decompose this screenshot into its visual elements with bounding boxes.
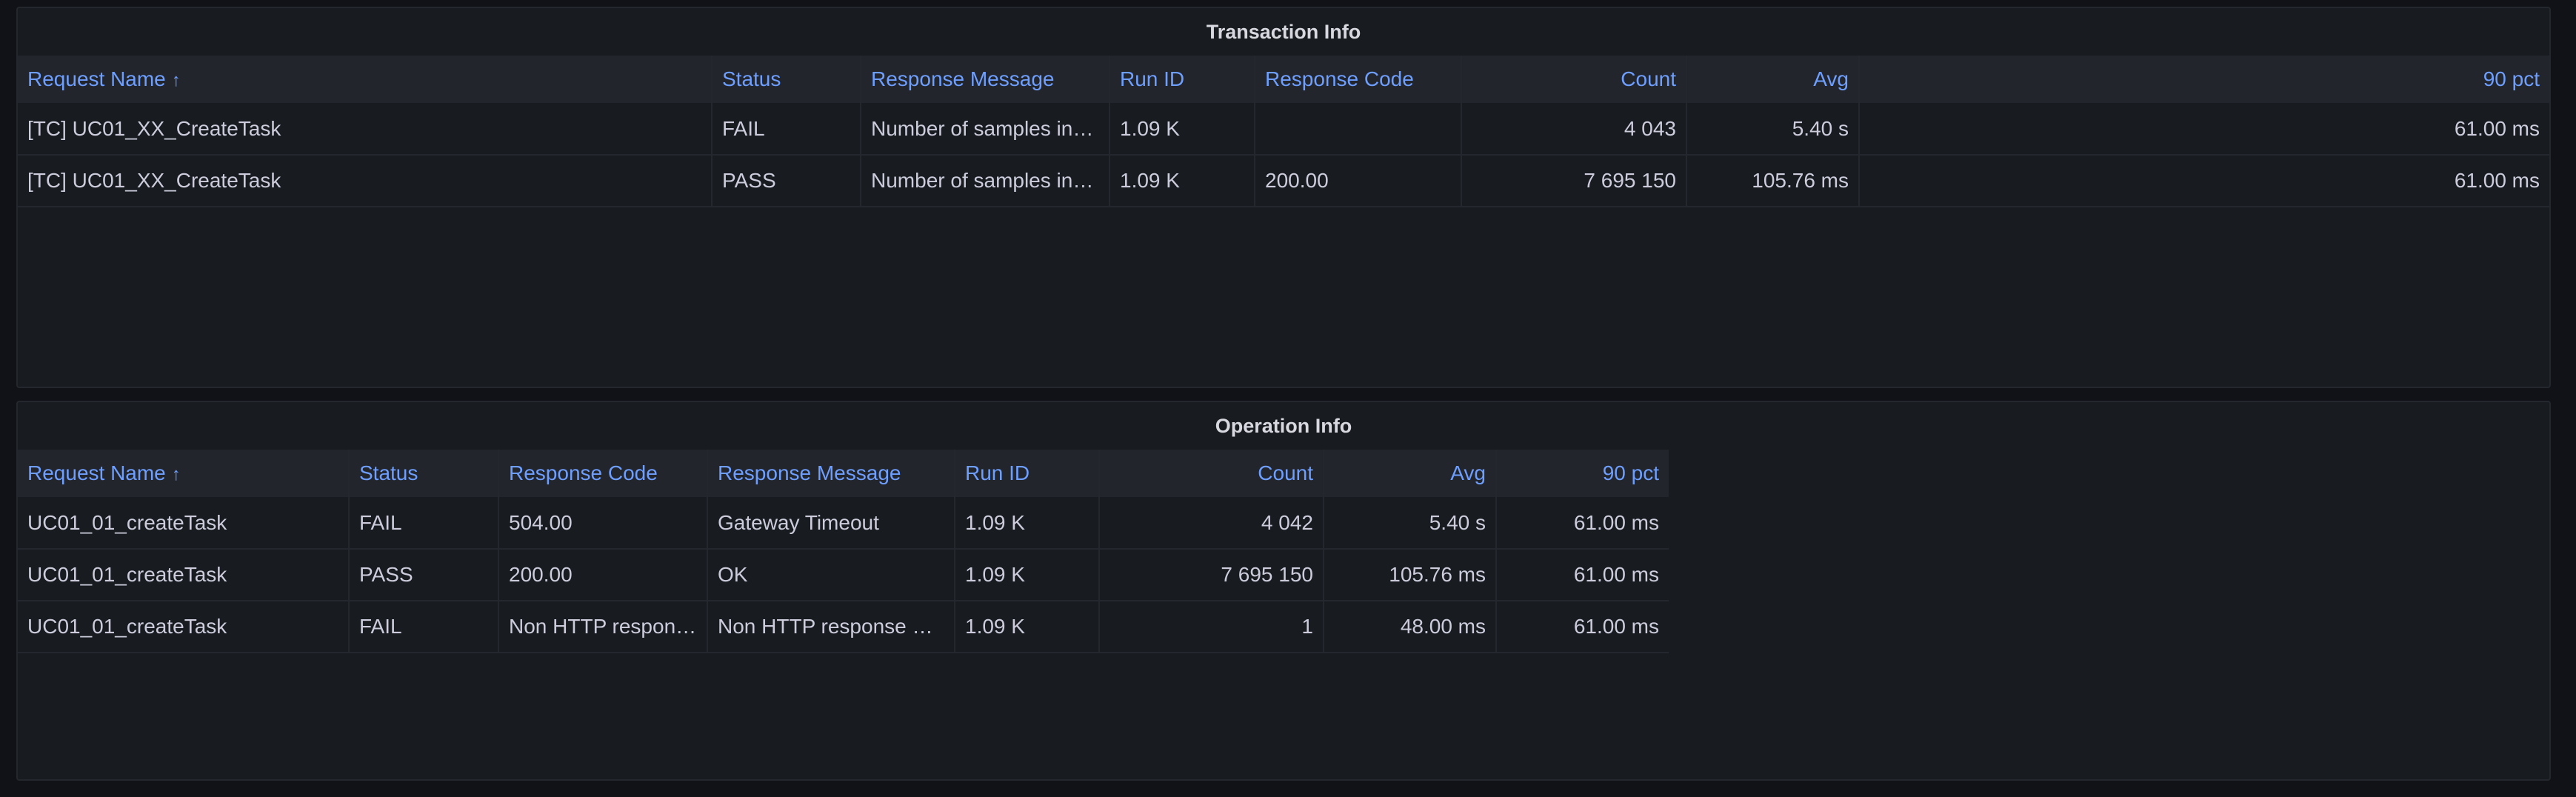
table-header-row: Request Name ↑ Status Response Code Respo… bbox=[18, 450, 1669, 497]
column-header-avg[interactable]: Avg bbox=[1686, 56, 1860, 103]
cell-response-message: Number of samples in … bbox=[861, 103, 1110, 156]
column-header-run-id[interactable]: Run ID bbox=[1110, 56, 1255, 103]
operation-info-panel: Operation Info Request Name ↑ Status Resp… bbox=[16, 401, 2551, 781]
cell-count: 4 042 bbox=[1099, 497, 1324, 550]
cell-response-code bbox=[1255, 103, 1462, 156]
column-header-count[interactable]: Count bbox=[1461, 56, 1687, 103]
cell-response-message: Number of samples in … bbox=[861, 155, 1110, 207]
column-header-response-code[interactable]: Response Code bbox=[1255, 56, 1462, 103]
table-row: [TC] UC01_XX_CreateTask PASS Number of s… bbox=[18, 155, 2549, 207]
cell-request-name: [TC] UC01_XX_CreateTask bbox=[18, 155, 713, 207]
column-header-count[interactable]: Count bbox=[1099, 450, 1324, 497]
cell-response-message: Non HTTP response m… bbox=[707, 601, 955, 653]
cell-count: 7 695 150 bbox=[1461, 155, 1687, 207]
cell-status: PASS bbox=[349, 549, 499, 601]
column-header-avg[interactable]: Avg bbox=[1324, 450, 1497, 497]
transaction-table: Request Name ↑ Status Response Message Ru… bbox=[18, 56, 2549, 207]
table-row: UC01_01_createTask PASS 200.00 OK 1.09 K… bbox=[18, 549, 1669, 601]
table-row: UC01_01_createTask FAIL 504.00 Gateway T… bbox=[18, 497, 1669, 550]
cell-response-message: Gateway Timeout bbox=[707, 497, 955, 550]
cell-request-name: UC01_01_createTask bbox=[18, 601, 350, 653]
table-row: [TC] UC01_XX_CreateTask FAIL Number of s… bbox=[18, 103, 2549, 156]
cell-avg: 5.40 s bbox=[1324, 497, 1497, 550]
cell-run-id: 1.09 K bbox=[1110, 103, 1255, 156]
cell-avg: 105.76 ms bbox=[1324, 549, 1497, 601]
cell-avg: 5.40 s bbox=[1686, 103, 1860, 156]
cell-response-message: OK bbox=[707, 549, 955, 601]
cell-avg: 48.00 ms bbox=[1324, 601, 1497, 653]
cell-run-id: 1.09 K bbox=[955, 601, 1100, 653]
sort-ascending-icon: ↑ bbox=[171, 70, 181, 90]
panel-title: Operation Info bbox=[1215, 415, 1352, 437]
column-header-status[interactable]: Status bbox=[712, 56, 861, 103]
cell-count: 7 695 150 bbox=[1099, 549, 1324, 601]
operation-table: Request Name ↑ Status Response Code Respo… bbox=[18, 450, 1669, 653]
cell-count: 4 043 bbox=[1461, 103, 1687, 156]
table-row: UC01_01_createTask FAIL Non HTTP respon…… bbox=[18, 601, 1669, 653]
cell-status: PASS bbox=[712, 155, 861, 207]
cell-status: FAIL bbox=[349, 497, 499, 550]
column-header-90-pct[interactable]: 90 pct bbox=[1859, 56, 2549, 103]
cell-response-code: 504.00 bbox=[498, 497, 708, 550]
cell-90-pct: 61.00 ms bbox=[1859, 103, 2549, 156]
cell-response-code: Non HTTP respon… bbox=[498, 601, 708, 653]
column-header-status[interactable]: Status bbox=[349, 450, 499, 497]
transaction-info-panel: Transaction Info Request Name ↑ Status Re… bbox=[16, 7, 2551, 388]
cell-response-code: 200.00 bbox=[1255, 155, 1462, 207]
cell-status: FAIL bbox=[712, 103, 861, 156]
cell-status: FAIL bbox=[349, 601, 499, 653]
cell-request-name: [TC] UC01_XX_CreateTask bbox=[18, 103, 713, 156]
sort-ascending-icon: ↑ bbox=[171, 464, 181, 484]
cell-response-code: 200.00 bbox=[498, 549, 708, 601]
cell-90-pct: 61.00 ms bbox=[1496, 549, 1669, 601]
cell-run-id: 1.09 K bbox=[955, 549, 1100, 601]
table-header-row: Request Name ↑ Status Response Message Ru… bbox=[18, 56, 2549, 103]
panel-title: Transaction Info bbox=[1206, 21, 1361, 43]
cell-90-pct: 61.00 ms bbox=[1496, 497, 1669, 550]
cell-request-name: UC01_01_createTask bbox=[18, 497, 350, 550]
column-header-response-message[interactable]: Response Message bbox=[707, 450, 955, 497]
column-header-request-name[interactable]: Request Name ↑ bbox=[18, 450, 350, 497]
column-header-response-code[interactable]: Response Code bbox=[498, 450, 708, 497]
cell-run-id: 1.09 K bbox=[955, 497, 1100, 550]
cell-run-id: 1.09 K bbox=[1110, 155, 1255, 207]
column-header-run-id[interactable]: Run ID bbox=[955, 450, 1100, 497]
cell-90-pct: 61.00 ms bbox=[1496, 601, 1669, 653]
column-header-response-message[interactable]: Response Message bbox=[861, 56, 1110, 103]
cell-count: 1 bbox=[1099, 601, 1324, 653]
column-header-90-pct[interactable]: 90 pct bbox=[1496, 450, 1669, 497]
cell-avg: 105.76 ms bbox=[1686, 155, 1860, 207]
cell-request-name: UC01_01_createTask bbox=[18, 549, 350, 601]
cell-90-pct: 61.00 ms bbox=[1859, 155, 2549, 207]
column-header-request-name[interactable]: Request Name ↑ bbox=[18, 56, 713, 103]
